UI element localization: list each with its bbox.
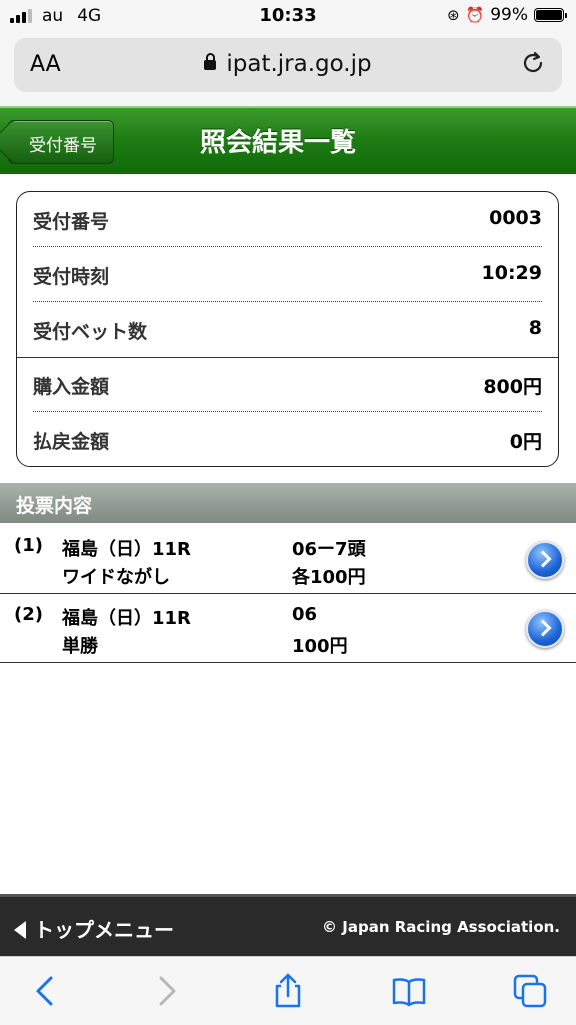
share-icon[interactable] bbox=[268, 971, 308, 1011]
bet-type: 単勝 bbox=[62, 636, 98, 657]
info-value: 0円 bbox=[509, 431, 542, 453]
top-menu-link[interactable]: トップメニュー bbox=[14, 914, 174, 943]
info-label: 受付時刻 bbox=[33, 266, 110, 288]
browser-address-area: AA ipat.jra.go.jp bbox=[0, 32, 576, 106]
top-menu-label: トップメニュー bbox=[34, 918, 174, 942]
battery-percent: 99% bbox=[490, 5, 528, 25]
info-value: 0003 bbox=[489, 207, 542, 229]
info-label: 受付ベット数 bbox=[33, 321, 148, 343]
url-display[interactable]: ipat.jra.go.jp bbox=[14, 51, 562, 77]
info-row-payout-amount: 払戻金額 0円 bbox=[33, 412, 542, 466]
page-title: 照会結果一覧 bbox=[199, 128, 356, 158]
bet-amount: 100円 bbox=[292, 636, 348, 657]
bet-type: ワイドながし bbox=[62, 567, 170, 588]
bet-list-item[interactable]: (1) 福島（日）11R ワイドながし 06ー7頭 各100円 bbox=[0, 525, 576, 594]
info-row-receipt-time: 受付時刻 10:29 bbox=[33, 247, 542, 302]
copyright: © Japan Racing Association. bbox=[322, 918, 560, 936]
info-row-purchase-amount: 購入金額 800円 bbox=[33, 357, 542, 412]
back-icon[interactable] bbox=[26, 971, 66, 1011]
info-label: 払戻金額 bbox=[33, 431, 110, 453]
bet-selection: 06 bbox=[292, 604, 318, 625]
bet-race: 福島（日）11R bbox=[62, 608, 191, 629]
page-header: 受付番号 照会結果一覧 bbox=[0, 106, 576, 174]
status-right: ⊛ ⏰ 99% bbox=[446, 5, 567, 25]
info-label: 購入金額 bbox=[33, 376, 110, 398]
forward-icon[interactable] bbox=[146, 971, 186, 1011]
receipt-info-box: 受付番号 0003 受付時刻 10:29 受付ベット数 8 購入金額 800円 … bbox=[16, 191, 559, 467]
alarm-icon: ⏰ bbox=[465, 6, 485, 24]
info-value: 8 bbox=[528, 317, 542, 339]
info-row-bet-count: 受付ベット数 8 bbox=[33, 302, 542, 356]
bet-list-item[interactable]: (2) 福島（日）11R 単勝 06 100円 bbox=[0, 594, 576, 663]
info-row-receipt-number: 受付番号 0003 bbox=[33, 192, 542, 247]
page-footer: トップメニュー © Japan Racing Association. bbox=[0, 894, 576, 956]
status-bar: au 4G 10:33 ⊛ ⏰ 99% bbox=[0, 0, 576, 32]
section-title: 投票内容 bbox=[0, 483, 576, 523]
bookmarks-icon[interactable] bbox=[389, 971, 429, 1011]
chevron-right-icon[interactable] bbox=[526, 610, 564, 648]
address-bar[interactable]: AA ipat.jra.go.jp bbox=[14, 38, 562, 92]
battery-icon bbox=[534, 8, 567, 22]
bet-number: (1) bbox=[14, 535, 43, 556]
info-value: 10:29 bbox=[481, 262, 542, 284]
browser-toolbar bbox=[0, 956, 576, 1025]
bet-number: (2) bbox=[14, 604, 43, 625]
tabs-icon[interactable] bbox=[510, 971, 550, 1011]
left-triangle-icon bbox=[14, 921, 26, 939]
bet-amount: 各100円 bbox=[292, 567, 366, 588]
bet-selection: 06ー7頭 bbox=[292, 539, 366, 560]
lock-icon bbox=[204, 53, 217, 70]
info-value: 800円 bbox=[483, 376, 542, 398]
rotation-lock-icon: ⊛ bbox=[446, 6, 460, 24]
url-text: ipat.jra.go.jp bbox=[226, 51, 372, 77]
bet-race: 福島（日）11R bbox=[62, 539, 191, 560]
reload-icon[interactable] bbox=[520, 50, 546, 83]
chevron-right-icon[interactable] bbox=[526, 541, 564, 579]
info-label: 受付番号 bbox=[33, 211, 110, 233]
